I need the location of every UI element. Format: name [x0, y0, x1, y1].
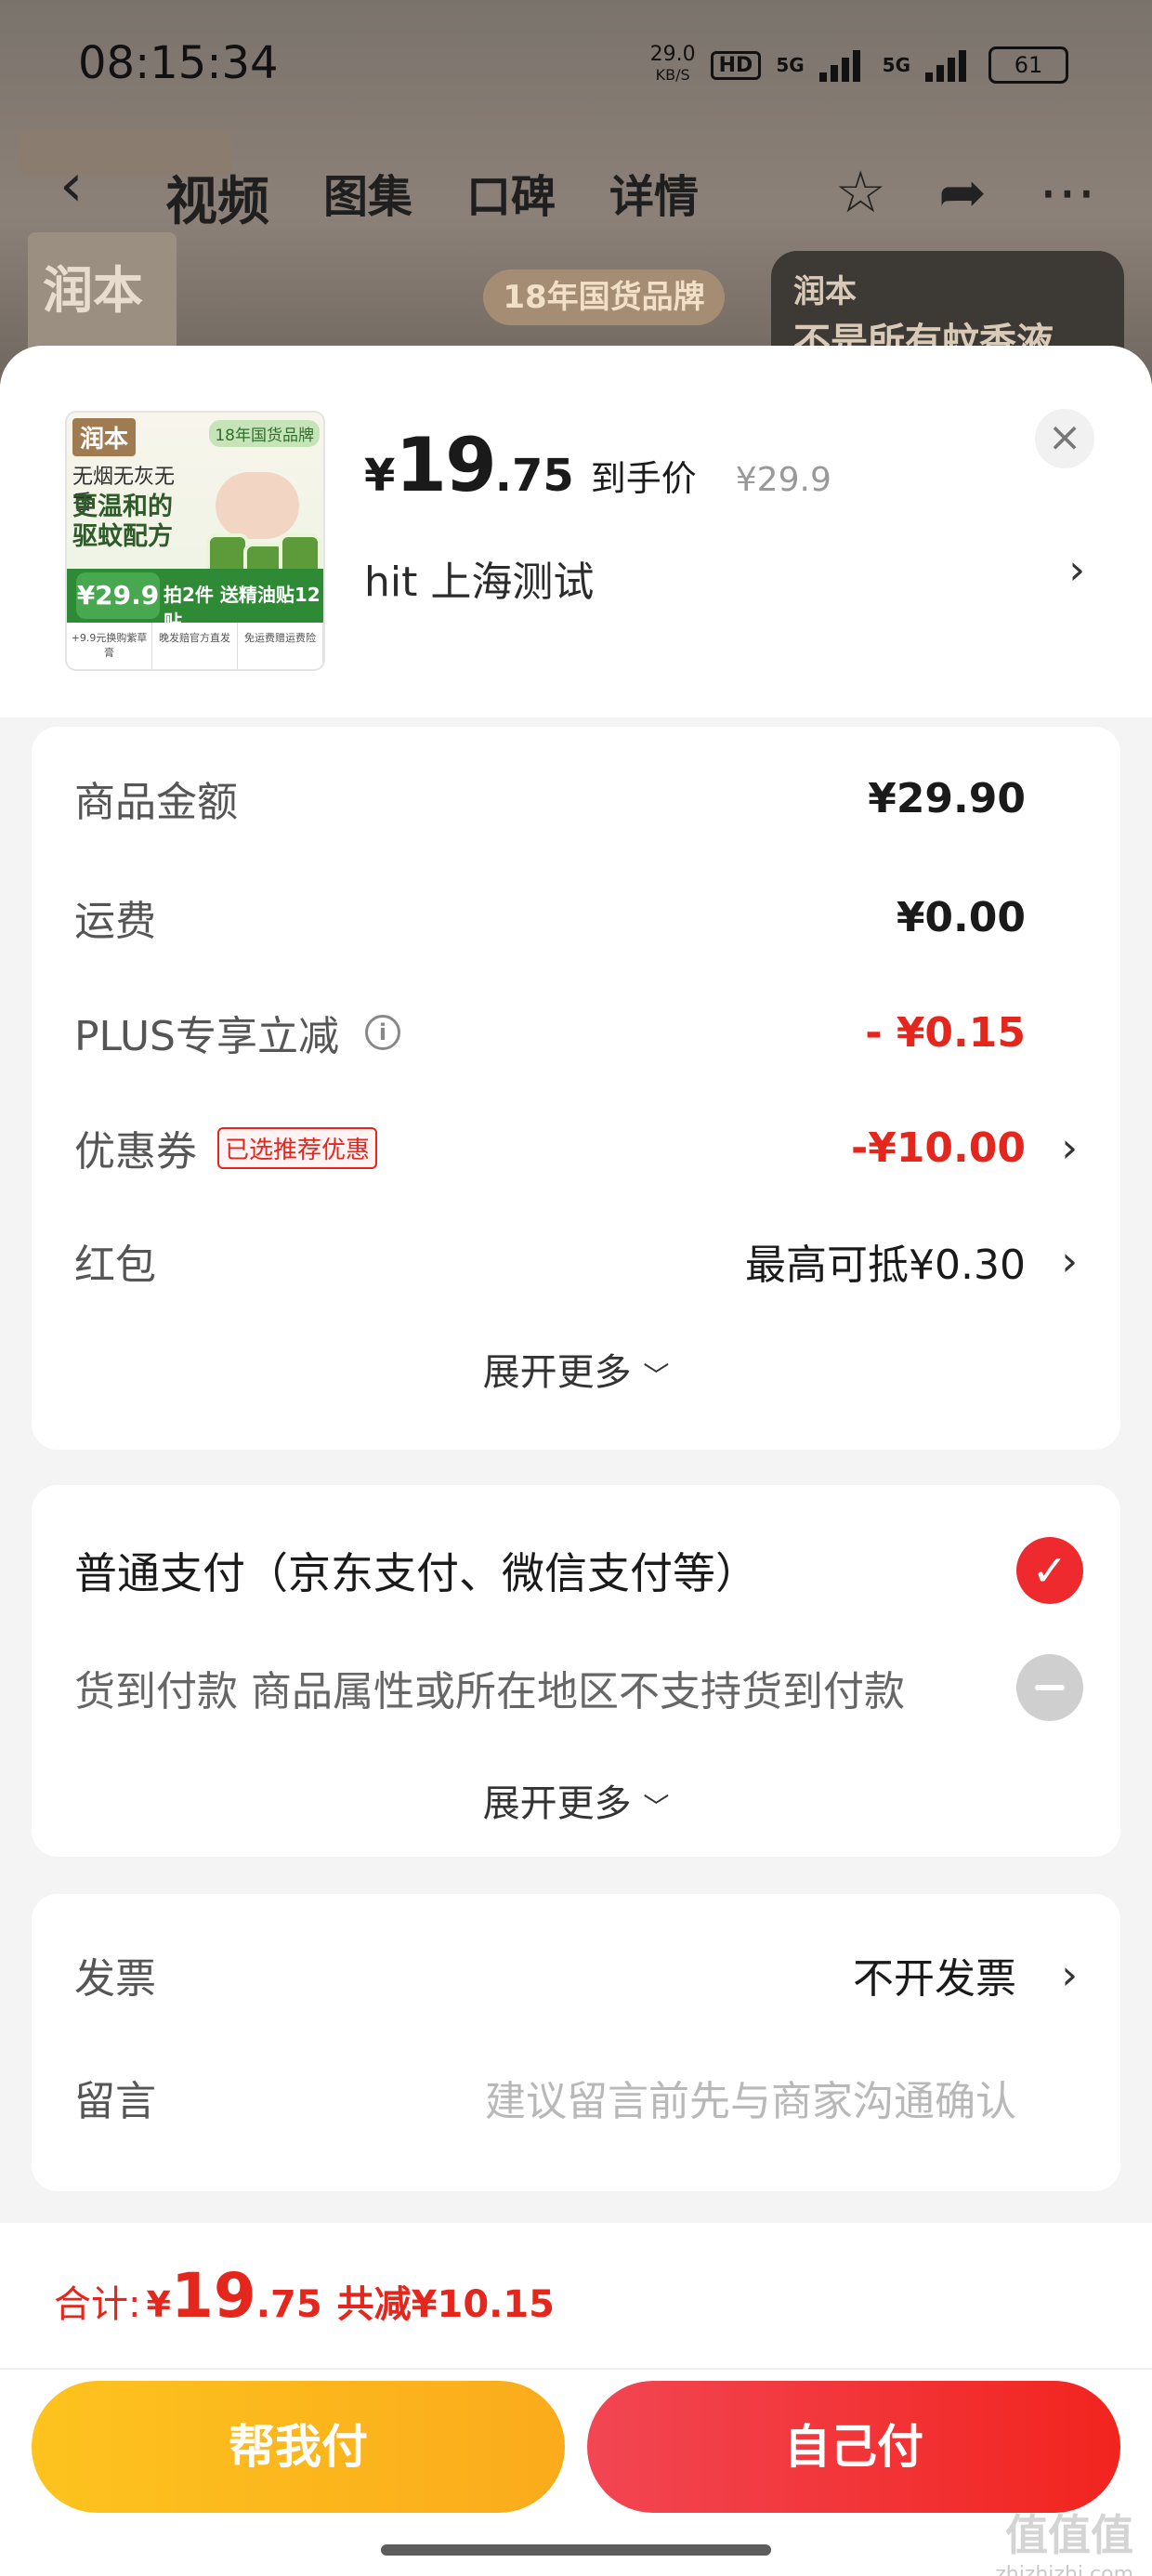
product-nav: ‹ 视频 图集 口碑 详情 ☆ ➦ ⋯ — [0, 139, 1152, 232]
total-symbol: ¥ — [146, 2284, 171, 2325]
row-value: ¥29.90 — [868, 774, 1026, 822]
home-indicator[interactable] — [381, 2544, 771, 2556]
delivery-address[interactable]: hit 上海测试 — [364, 548, 594, 608]
thumb-price: ¥29.9 — [76, 572, 160, 619]
checkout-footer: 合计: ¥ 19 .75 共减¥10.15 帮我付 自己付 值值值 zhizhiz… — [0, 2223, 1152, 2576]
row-shipping: 运费 ¥0.00 — [74, 885, 1078, 950]
thumb-line2: 更温和的驱蚊配方 — [72, 493, 173, 551]
payment-option-label: 普通支付（京东支付、微信支付等） — [74, 1548, 758, 1598]
row-note[interactable]: 留言 建议留言前先与商家沟通确认 — [74, 2065, 1078, 2130]
row-value: - ¥0.15 — [865, 1008, 1026, 1057]
row-value: 不开发票 — [853, 1955, 1016, 2003]
thumb-logo: 润本 — [72, 418, 137, 456]
total-saved: 共减¥10.15 — [336, 2283, 556, 2326]
row-label: 运费 — [74, 898, 156, 945]
row-label: 发票 — [74, 1955, 156, 2003]
product-thumbnail[interactable]: 润本 18年国货品牌 无烟无灰无香 更温和的驱蚊配方 ¥29.9 拍2件 送精油… — [65, 411, 325, 671]
row-label: 红包 — [74, 1242, 156, 1289]
row-label: 留言 — [74, 2078, 156, 2125]
star-icon[interactable]: ☆ — [834, 158, 886, 226]
thumb-flag: 18年国货品牌 — [209, 420, 320, 447]
payment-option-normal[interactable]: 普通支付（京东支付、微信支付等） ✓ — [74, 1533, 1083, 1608]
payment-method-card: 普通支付（京东支付、微信支付等） ✓ 货到付款 商品属性或所在地区不支持货到付款… — [32, 1485, 1120, 1857]
tab-gallery[interactable]: 图集 — [323, 160, 412, 235]
expand-more-button[interactable]: 展开更多 ﹀ — [32, 1342, 1120, 1396]
product-header: 润本 18年国货品牌 无烟无灰无香 更温和的驱蚊配方 ¥29.9 拍2件 送精油… — [0, 346, 1152, 717]
share-icon[interactable]: ➦ — [938, 158, 987, 226]
chevron-right-icon[interactable]: › — [1068, 546, 1085, 594]
order-total: 合计: ¥ 19 .75 共减¥10.15 — [54, 2260, 555, 2332]
price-decimal: .75 — [494, 450, 574, 502]
total-label: 合计: — [54, 2283, 141, 2326]
price-integer: 19 — [395, 422, 496, 508]
chevron-down-icon: ﹀ — [643, 1360, 670, 1391]
original-price: ¥29.9 — [735, 461, 831, 499]
check-icon[interactable]: ✓ — [1016, 1537, 1083, 1604]
signal-icon — [818, 48, 868, 82]
thumb-price-bar: ¥29.9 拍2件 送精油贴12贴 — [67, 569, 323, 633]
close-button[interactable]: × — [1035, 409, 1094, 468]
disabled-icon — [1016, 1654, 1083, 1721]
price-tag: 到手价 — [590, 458, 697, 499]
price-symbol: ¥ — [364, 450, 396, 502]
status-bar: 08:15:34 29.0 KB/S HD 5G 5G 61 — [0, 0, 1152, 139]
watermark: 值值值 zhizhizhi.com — [995, 2510, 1133, 2576]
chevron-right-icon[interactable]: › — [1061, 1952, 1078, 1999]
chevron-down-icon: ﹀ — [643, 1792, 670, 1822]
thumb-foot-item: 免运费赠运费险 — [238, 623, 323, 669]
thumb-baby-image — [216, 472, 299, 539]
row-plus-discount: PLUS专享立减 i - ¥0.15 — [74, 1000, 1078, 1065]
chevron-right-icon[interactable]: › — [1061, 1238, 1078, 1285]
payment-option-cod: 货到付款 商品属性或所在地区不支持货到付款 — [74, 1650, 1083, 1725]
pay-myself-button[interactable]: 自己付 — [587, 2381, 1120, 2513]
row-invoice[interactable]: 发票 不开发票 › — [74, 1942, 1078, 2007]
tab-details[interactable]: 详情 — [609, 160, 699, 235]
ask-friend-pay-button[interactable]: 帮我付 — [32, 2381, 565, 2513]
invoice-note-card: 发票 不开发票 › 留言 建议留言前先与商家沟通确认 — [32, 1894, 1120, 2191]
total-decimal: .75 — [255, 2283, 322, 2326]
hd-icon: HD — [710, 50, 762, 80]
signal-5g-label: 5G — [776, 54, 805, 76]
final-price: ¥ 19 .75 到手价 ¥29.9 — [364, 422, 831, 508]
signal-5g-label-2: 5G — [882, 54, 910, 76]
more-icon[interactable]: ⋯ — [1039, 158, 1096, 226]
row-goods-amount: 商品金额 ¥29.90 — [74, 766, 1078, 831]
divider — [0, 2368, 1152, 2370]
row-value: -¥10.00 — [850, 1124, 1026, 1172]
status-time: 08:15:34 — [78, 37, 279, 89]
chevron-right-icon[interactable]: › — [1061, 1124, 1078, 1172]
expand-more-button[interactable]: 展开更多 ﹀ — [32, 1773, 1120, 1827]
tab-video[interactable]: 视频 — [165, 160, 269, 235]
nav-actions: ☆ ➦ ⋯ — [834, 158, 1096, 226]
row-coupon[interactable]: 优惠券 已选推荐优惠 -¥10.00 › — [74, 1115, 1078, 1180]
info-icon[interactable]: i — [365, 1015, 400, 1050]
row-red-packet[interactable]: 红包 最高可抵¥0.30 › — [74, 1229, 1078, 1294]
status-icons: 29.0 KB/S HD 5G 5G 61 — [650, 45, 1068, 85]
coupon-badge: 已选推荐优惠 — [217, 1126, 378, 1169]
row-label: 商品金额 — [74, 779, 238, 826]
row-label: PLUS专享立减 i — [74, 1003, 400, 1062]
row-value: 最高可抵¥0.30 — [745, 1242, 1026, 1289]
note-input[interactable]: 建议留言前先与商家沟通确认 — [485, 2068, 1016, 2127]
payment-option-label: 货到付款 商品属性或所在地区不支持货到付款 — [74, 1668, 905, 1715]
bg-brand-badge: 18年国货品牌 — [483, 269, 725, 325]
thumb-footer: +9.9元换购紫草膏 晚发赔官方直发 免运费赠运费险 — [67, 623, 323, 669]
back-icon[interactable]: ‹ — [59, 156, 106, 216]
tab-reviews[interactable]: 口碑 — [466, 160, 556, 235]
row-value: ¥0.00 — [896, 893, 1026, 941]
total-integer: 19 — [170, 2260, 256, 2332]
thumb-foot-item: 晚发赔官方直发 — [152, 623, 238, 669]
net-speed: 29.0 KB/S — [649, 43, 696, 85]
battery-icon: 61 — [988, 46, 1068, 84]
signal-icon-2 — [925, 48, 974, 82]
price-breakdown-card: 商品金额 ¥29.90 运费 ¥0.00 PLUS专享立减 i - ¥0.15 优… — [32, 727, 1120, 1450]
nav-tabs: 视频 图集 口碑 详情 — [165, 160, 699, 235]
row-label: 优惠券 已选推荐优惠 — [74, 1118, 378, 1177]
thumb-foot-item: +9.9元换购紫草膏 — [67, 623, 152, 669]
